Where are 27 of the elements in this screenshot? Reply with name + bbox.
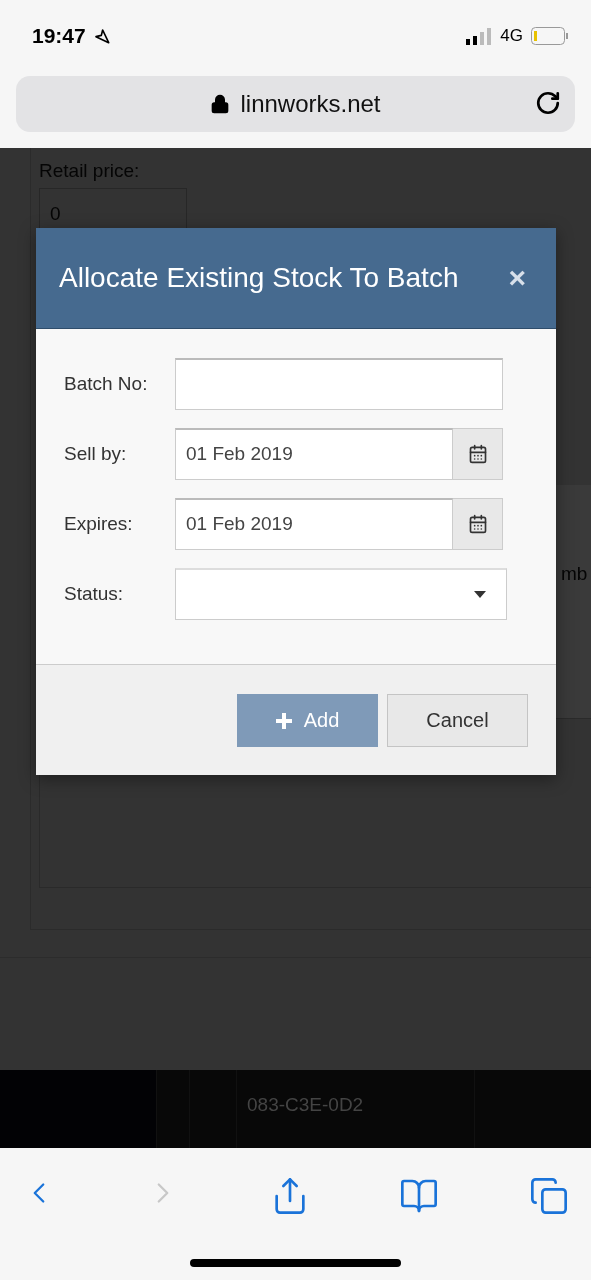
location-icon <box>93 28 110 44</box>
calendar-icon <box>467 514 488 534</box>
caret-icon <box>474 591 486 598</box>
close-button[interactable]: × <box>508 261 526 295</box>
url-text: linnworks.net <box>240 90 381 118</box>
calendar-button[interactable] <box>453 428 503 480</box>
tabs-icon[interactable] <box>529 1176 569 1216</box>
batch-number-field[interactable] <box>175 358 503 410</box>
field-label: Expires: <box>64 513 134 535</box>
lock-icon <box>210 94 231 114</box>
field-label: Sell by: <box>64 443 128 465</box>
signal-icon <box>466 27 493 45</box>
field-label: Status: <box>64 583 125 605</box>
field-label: Batch No: <box>64 373 149 395</box>
calendar-button[interactable] <box>453 498 503 550</box>
address-bar[interactable]: linnworks.net <box>16 76 575 132</box>
table-cell: 083-C3E-0D2 <box>247 1094 364 1115</box>
reload-icon[interactable] <box>535 90 561 116</box>
clock: 19:47 <box>32 24 86 48</box>
battery-icon <box>531 27 569 45</box>
calendar-icon <box>467 444 488 464</box>
plus-icon <box>275 712 292 729</box>
network-label: 4G <box>500 26 523 46</box>
date-field[interactable]: 01 Feb 2019 <box>175 498 453 550</box>
date-field[interactable]: 01 Feb 2019 <box>175 428 453 480</box>
cancel-button[interactable]: Cancel <box>387 694 528 747</box>
dialog-title: Allocate Existing Stock To Batch <box>59 262 459 294</box>
